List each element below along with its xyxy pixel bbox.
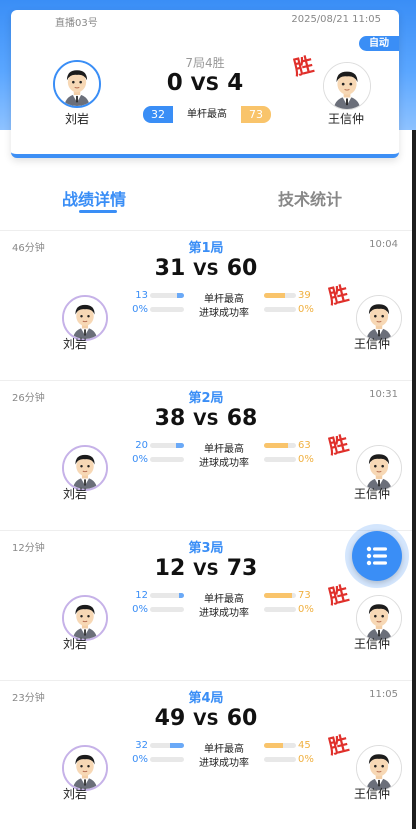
player-avatar-icon[interactable] [53,60,101,108]
vs-label: VS [193,560,219,580]
bar-fill [264,443,289,448]
bar-fill [264,593,292,598]
high-break-left: 12 [135,590,148,601]
round-score-left: 31 [154,256,186,281]
tab-match-details[interactable]: 战绩详情 [62,186,126,210]
bar-fill [169,743,184,748]
pot-rate-label: 进球成功率 [199,758,249,769]
list-menu-icon [366,546,387,566]
high-break-left-bar [150,743,184,748]
bar-fill [179,593,184,598]
vs-label: VS [193,710,219,730]
pot-rate-left: 0% [132,304,148,315]
pot-rate-left: 0% [132,754,148,765]
pot-rate-label: 进球成功率 [199,308,249,319]
player-right-name: 王信仲 [353,637,390,651]
player-right-name: 王信仲 [353,487,390,501]
high-break-left: 20 [135,440,148,451]
round-card[interactable]: 46分钟 第1局 10:04 31 VS 60 13 单杆最高 39 0% 进球成功率 0% 刘岩 王信仲… [0,230,412,380]
round-score-right: 68 [226,406,258,431]
high-break-left: 32 [135,740,148,751]
round-end-time: 10:04 [369,239,398,250]
round-end-time: 11:05 [369,689,398,700]
high-break-left: 13 [135,290,148,301]
high-break-label: 单杆最高 [173,106,241,123]
player-avatar-icon[interactable] [323,62,371,110]
pot-rate-right-bar [264,607,296,612]
round-score-right: 73 [226,556,258,581]
pot-rate-label: 进球成功率 [199,458,249,469]
pot-rate-left-bar [150,457,184,462]
player-left-name: 刘岩 [62,337,87,351]
tab-tech-stats[interactable]: 技术统计 [278,186,342,210]
pot-rate-left-bar [150,607,184,612]
round-score-left: 49 [154,706,186,731]
vs-label: VS [193,410,219,430]
round-card[interactable]: 23分钟 第4局 11:05 49 VS 60 32 单杆最高 45 0% 进球成功率 0% 刘岩 王信仲… [0,680,412,829]
menu-fab[interactable] [345,524,409,588]
pot-rate-left-bar [150,757,184,762]
bar-fill [264,293,285,298]
pot-rate-right: 0% [298,754,314,765]
high-break-label: 单杆最高 [204,594,244,605]
vs-label: VS [193,260,219,280]
round-score-right: 60 [226,256,258,281]
high-break-label: 单杆最高 [204,444,244,455]
bar-fill [177,293,184,298]
round-score-left: 38 [154,406,186,431]
round-title: 第4局 [188,691,224,706]
high-break-bar: 32 单杆最高 73 [143,106,271,123]
room-name: 直播03号 [55,18,98,29]
high-break-right-bar [264,593,296,598]
round-score: 49 VS 60 [0,706,412,731]
high-break-left-bar [150,443,184,448]
vs-label: VS [190,73,220,95]
pot-rate-left: 0% [132,604,148,615]
round-score: 38 VS 68 [0,406,412,431]
match-datetime: 2025/08/21 11:05 [291,14,381,25]
pot-rate-right-bar [264,457,296,462]
high-break-left-bar [150,293,184,298]
round-score-right: 60 [226,706,258,731]
player-left-name: 刘岩 [64,112,89,126]
auto-mode-badge[interactable]: 自动 [359,36,399,51]
round-score: 31 VS 60 [0,256,412,281]
pot-rate-right-bar [264,307,296,312]
high-break-left-bar [150,593,184,598]
round-score-left: 12 [154,556,186,581]
pot-rate-right: 0% [298,604,314,615]
high-break-left: 32 [143,106,173,123]
round-end-time: 10:31 [369,389,398,400]
high-break-label: 单杆最高 [204,744,244,755]
high-break-right-bar [264,743,296,748]
tab-bar: 战绩详情 技术统计 [0,186,412,216]
player-left-name: 刘岩 [62,487,87,501]
bar-fill [264,743,283,748]
pot-rate-right: 0% [298,454,314,465]
round-card[interactable]: 26分钟 第2局 10:31 38 VS 68 20 单杆最高 63 0% 进球成功率 0% 刘岩 王信仲… [0,380,412,530]
menu-fab-button[interactable] [352,531,402,581]
pot-rate-left-bar [150,307,184,312]
score-left: 0 [166,70,183,96]
score-right: 4 [227,70,244,96]
match-summary-card: 直播03号 2025/08/21 11:05 自动 7局4胜 0 VS 4 32 单… [11,10,399,158]
scroll-track [412,130,416,829]
pot-rate-left: 0% [132,454,148,465]
round-title: 第2局 [188,391,224,406]
player-right-name: 王信仲 [353,337,390,351]
bar-fill [175,443,184,448]
player-left-name: 刘岩 [62,637,87,651]
pot-rate-label: 进球成功率 [199,608,249,619]
high-break-right-bar [264,293,296,298]
player-right-name: 王信仲 [327,112,364,126]
pot-rate-right-bar [264,757,296,762]
high-break-right: 73 [241,106,271,123]
round-title: 第1局 [188,241,224,256]
high-break-label: 单杆最高 [204,294,244,305]
active-tab-indicator [79,210,117,213]
player-left-name: 刘岩 [62,787,87,801]
player-right-name: 王信仲 [353,787,390,801]
pot-rate-right: 0% [298,304,314,315]
high-break-right-bar [264,443,296,448]
